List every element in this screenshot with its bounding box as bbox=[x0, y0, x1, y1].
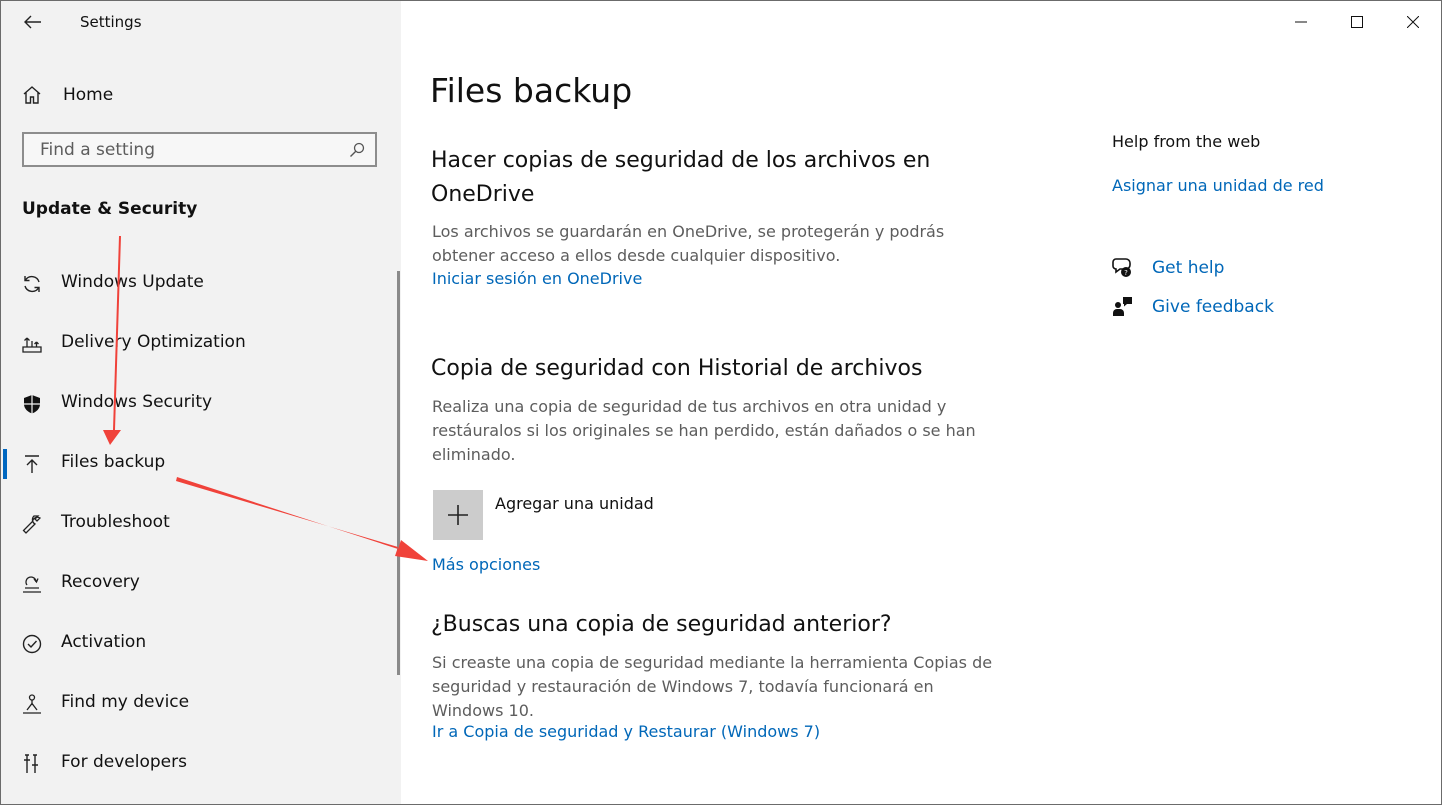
onedrive-signin-link[interactable]: Iniciar sesión en OneDrive bbox=[432, 269, 642, 288]
onedrive-heading: Hacer copias de seguridad de los archivo… bbox=[431, 148, 931, 207]
back-arrow-icon bbox=[24, 15, 41, 29]
older-backup-description: Si creaste una copia de seguridad median… bbox=[432, 653, 993, 720]
give-feedback-icon bbox=[1113, 297, 1132, 316]
sidebar-scrollbar[interactable] bbox=[397, 271, 400, 675]
search-input[interactable] bbox=[38, 138, 342, 161]
window-controls bbox=[1273, 1, 1441, 43]
file-history-description: Realiza una copia de seguridad de tus ar… bbox=[432, 397, 976, 464]
help-heading: Help from the web bbox=[1112, 132, 1261, 151]
check-circle-icon bbox=[22, 634, 42, 654]
close-button[interactable] bbox=[1385, 1, 1441, 43]
search-icon[interactable] bbox=[349, 142, 365, 158]
person-pin-icon bbox=[23, 694, 41, 714]
minimize-button[interactable] bbox=[1273, 1, 1329, 43]
wrench-icon bbox=[22, 515, 42, 534]
developer-tools-icon bbox=[24, 754, 38, 773]
sidebar-item-label: Recovery bbox=[61, 572, 140, 592]
app-title: Settings bbox=[80, 13, 142, 31]
get-help-link[interactable]: ? Get help bbox=[1112, 257, 1224, 279]
page-title: Files backup bbox=[430, 71, 633, 110]
maximize-button[interactable] bbox=[1329, 1, 1385, 43]
sidebar-item-windows-update[interactable]: Windows Update bbox=[1, 263, 396, 303]
sidebar-item-label: Windows Security bbox=[61, 392, 213, 412]
delivery-optimization-icon bbox=[22, 337, 42, 353]
back-button[interactable] bbox=[19, 9, 47, 35]
get-help-icon: ? bbox=[1112, 258, 1131, 277]
more-options-link[interactable]: Más opciones bbox=[432, 555, 540, 574]
give-feedback-label: Give feedback bbox=[1152, 297, 1274, 317]
sidebar-item-troubleshoot[interactable]: Troubleshoot bbox=[1, 503, 396, 543]
add-drive-tile bbox=[433, 490, 483, 540]
sidebar-item-label: Files backup bbox=[61, 452, 166, 472]
older-backup-heading: ¿Buscas una copia de seguridad anterior? bbox=[431, 612, 892, 637]
sidebar-item-label: Windows Update bbox=[61, 272, 204, 292]
sidebar-item-label: For developers bbox=[61, 752, 187, 772]
settings-window: Settings Home Update & Security Windows … bbox=[0, 0, 1442, 805]
sync-icon bbox=[24, 275, 40, 293]
maximize-icon bbox=[1351, 16, 1363, 28]
home-label: Home bbox=[63, 85, 114, 105]
recovery-icon bbox=[23, 576, 41, 593]
sidebar-item-for-developers[interactable]: For developers bbox=[1, 743, 396, 783]
sidebar-item-delivery-optimization[interactable]: Delivery Optimization bbox=[1, 323, 396, 363]
sidebar-item-label: Find my device bbox=[61, 692, 190, 712]
sidebar-item-label: Activation bbox=[61, 632, 147, 652]
upload-arrow-icon bbox=[25, 455, 39, 473]
home-nav-item[interactable]: Home bbox=[21, 81, 113, 109]
shield-icon bbox=[24, 395, 40, 414]
minimize-icon bbox=[1295, 21, 1307, 23]
home-icon bbox=[23, 86, 41, 104]
add-drive-button[interactable]: Agregar una unidad bbox=[433, 490, 654, 540]
map-network-drive-link[interactable]: Asignar una unidad de red bbox=[1112, 176, 1324, 195]
sidebar-item-label: Delivery Optimization bbox=[61, 332, 246, 352]
sidebar-item-recovery[interactable]: Recovery bbox=[1, 563, 396, 603]
sidebar-item-activation[interactable]: Activation bbox=[1, 623, 396, 663]
svg-text:?: ? bbox=[1124, 269, 1128, 277]
plus-icon bbox=[448, 505, 468, 525]
get-help-label: Get help bbox=[1152, 258, 1225, 278]
close-icon bbox=[1407, 16, 1419, 28]
add-drive-label: Agregar una unidad bbox=[495, 494, 654, 513]
windows7-backup-link[interactable]: Ir a Copia de seguridad y Restaurar (Win… bbox=[432, 722, 820, 741]
sidebar: Settings Home Update & Security Windows … bbox=[1, 1, 401, 804]
search-box[interactable] bbox=[22, 132, 377, 167]
sidebar-item-windows-security[interactable]: Windows Security bbox=[1, 383, 396, 423]
sidebar-item-label: Troubleshoot bbox=[61, 512, 170, 532]
file-history-heading: Copia de seguridad con Historial de arch… bbox=[431, 356, 923, 381]
onedrive-description: Los archivos se guardarán en OneDrive, s… bbox=[432, 222, 945, 265]
give-feedback-link[interactable]: Give feedback bbox=[1112, 296, 1274, 318]
sidebar-item-find-my-device[interactable]: Find my device bbox=[1, 683, 396, 723]
sidebar-item-files-backup[interactable]: Files backup bbox=[1, 443, 396, 483]
section-title: Update & Security bbox=[22, 199, 198, 219]
